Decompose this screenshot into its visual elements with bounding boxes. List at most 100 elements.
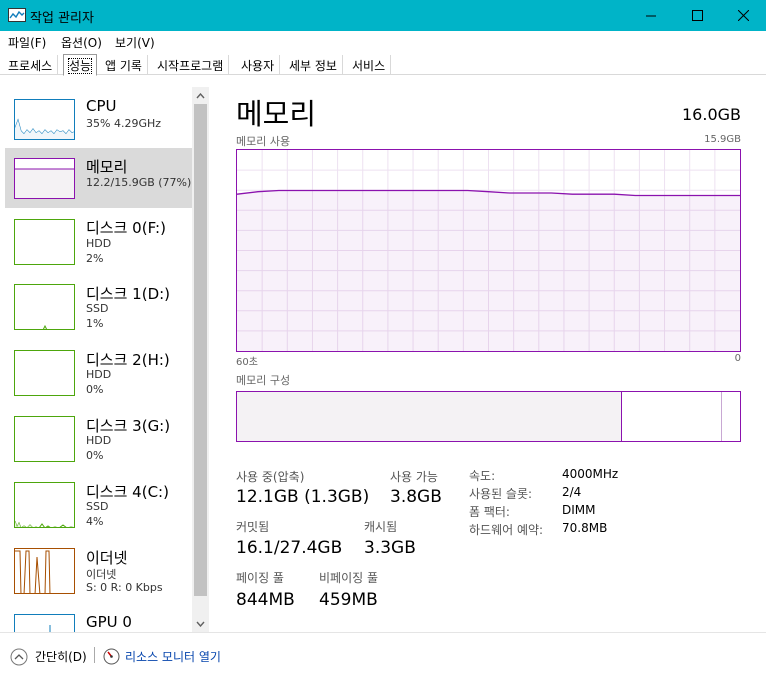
memory-usage-chart — [236, 149, 741, 352]
menu-options[interactable]: 옵션(O) — [61, 34, 102, 51]
sidebar-item-type: HDD — [86, 434, 112, 447]
menu-view[interactable]: 보기(V) — [115, 34, 155, 51]
sidebar-item-name: 디스크 1(D:) — [86, 285, 171, 303]
slots-value: 2/4 — [562, 485, 582, 499]
available-label: 사용 가능 — [390, 470, 438, 484]
resource-monitor-icon[interactable] — [103, 648, 120, 665]
sidebar-item-disk-3[interactable]: 디스크 3(G:) HDD 0% — [5, 407, 192, 467]
hardware-reserved-label: 하드웨어 예약: — [469, 523, 544, 537]
chevron-down-icon — [196, 621, 205, 627]
sidebar-item-name: 디스크 0(F:) — [86, 219, 166, 237]
menu-file[interactable]: 파일(F) — [8, 34, 46, 51]
sidebar-item-disk-4[interactable]: 디스크 4(C:) SSD 4% — [5, 473, 192, 533]
disk-1-thumbnail — [14, 284, 75, 330]
resource-list: CPU 35% 4.29GHz 메모리 12.2/15.9GB (77%) 디스… — [0, 87, 210, 632]
close-icon — [737, 10, 749, 21]
sidebar-item-memory[interactable]: 메모리 12.2/15.9GB (77%) — [5, 148, 192, 208]
sidebar-scrollbar[interactable] — [192, 87, 209, 632]
tab-processes[interactable]: 프로세스 — [3, 55, 59, 75]
window-title: 작업 관리자 — [30, 11, 94, 26]
memory-thumbnail — [14, 158, 75, 199]
sidebar-item-type: SSD — [86, 302, 109, 315]
committed-label: 커밋됨 — [236, 520, 270, 534]
hardware-reserved-value: 70.8MB — [562, 521, 608, 535]
minimize-icon — [646, 15, 656, 16]
slots-label: 사용된 슬롯: — [469, 487, 533, 501]
sidebar-item-throughput: S: 0 R: 0 Kbps — [86, 581, 163, 594]
maximize-button[interactable] — [674, 0, 720, 31]
footer-divider — [94, 647, 95, 663]
memory-composition-bar — [236, 391, 741, 442]
sidebar-item-detail: 35% 4.29GHz — [86, 117, 162, 130]
sidebar-item-usage: 0% — [86, 449, 104, 462]
time-axis-end: 0 — [734, 353, 741, 364]
committed-value: 16.1/27.4GB — [236, 538, 343, 558]
footer-bar: 간단히(D) 리소스 모니터 열기 — [0, 632, 766, 681]
disk-3-thumbnail — [14, 416, 75, 462]
nonpaged-pool-label: 비페이징 풀 — [319, 571, 379, 585]
usage-chart-max: 15.9GB — [704, 134, 741, 145]
disk-0-thumbnail — [14, 219, 75, 265]
page-title: 메모리 — [236, 97, 317, 131]
sidebar-item-disk-1[interactable]: 디스크 1(D:) SSD 1% — [5, 275, 192, 335]
total-memory: 16.0GB — [682, 105, 741, 124]
chevron-up-icon — [196, 92, 205, 98]
usage-chart-label: 메모리 사용 — [236, 135, 291, 148]
sidebar-item-type: HDD — [86, 368, 112, 381]
maximize-icon — [691, 10, 703, 21]
close-button[interactable] — [720, 0, 766, 31]
nonpaged-pool-value: 459MB — [319, 590, 378, 610]
sidebar-item-usage: 1% — [86, 317, 104, 330]
chevron-up-circle-icon[interactable] — [10, 648, 28, 666]
composition-in-use[interactable] — [237, 392, 622, 441]
paged-pool-value: 844MB — [236, 590, 295, 610]
usage-area — [237, 190, 740, 351]
tab-services[interactable]: 서비스 — [347, 55, 392, 75]
sidebar-item-name: 디스크 2(H:) — [86, 351, 170, 369]
sidebar-item-name: 디스크 3(G:) — [86, 417, 171, 435]
disk-2-thumbnail — [14, 350, 75, 396]
form-factor-value: DIMM — [562, 503, 596, 517]
sidebar-item-name: 이더넷 — [86, 549, 128, 567]
sidebar-item-disk-2[interactable]: 디스크 2(H:) HDD 0% — [5, 341, 192, 401]
composition-label: 메모리 구성 — [236, 374, 291, 387]
sidebar-item-cpu[interactable]: CPU 35% 4.29GHz — [5, 89, 192, 149]
tab-startup[interactable]: 시작프로그램 — [152, 55, 230, 75]
paged-pool-label: 페이징 풀 — [236, 571, 284, 585]
sidebar-item-usage: 0% — [86, 383, 104, 396]
gpu-0-thumbnail — [14, 614, 75, 632]
sidebar-item-name: CPU — [86, 97, 117, 115]
sidebar-item-type: SSD — [86, 500, 109, 513]
sidebar-item-name: 디스크 4(C:) — [86, 483, 169, 501]
speed-value: 4000MHz — [562, 467, 619, 481]
minimize-button[interactable] — [628, 0, 674, 31]
scroll-thumb[interactable] — [194, 104, 207, 596]
tab-performance[interactable]: 성능 — [63, 54, 98, 76]
tab-users[interactable]: 사용자 — [236, 55, 281, 75]
tab-details[interactable]: 세부 정보 — [284, 55, 343, 75]
sidebar-item-usage: 2% — [86, 252, 104, 265]
fewer-details-button[interactable]: 간단히(D) — [35, 648, 87, 665]
disk-4-thumbnail — [14, 482, 75, 528]
tab-app-history[interactable]: 앱 기록 — [100, 55, 148, 75]
cached-value: 3.3GB — [364, 538, 416, 558]
sidebar-item-name: 메모리 — [86, 158, 128, 176]
composition-standby[interactable] — [623, 392, 722, 441]
title-bar: 작업 관리자 — [0, 0, 766, 31]
sidebar-item-type: HDD — [86, 237, 112, 250]
sidebar-item-disk-0[interactable]: 디스크 0(F:) HDD 2% — [5, 209, 192, 269]
speed-label: 속도: — [469, 469, 496, 483]
sidebar-item-ethernet[interactable]: 이더넷 이더넷 S: 0 R: 0 Kbps — [5, 539, 192, 599]
tab-bar: 프로세스 성능 앱 기록 시작프로그램 사용자 세부 정보 서비스 — [0, 53, 766, 76]
cached-label: 캐시됨 — [364, 520, 398, 534]
open-resource-monitor-link[interactable]: 리소스 모니터 열기 — [125, 648, 221, 665]
sidebar-item-detail: 12.2/15.9GB (77%) — [86, 176, 192, 189]
scroll-down-button[interactable] — [192, 615, 209, 632]
sidebar-item-type: 이더넷 — [86, 568, 117, 581]
sidebar-item-gpu-0[interactable]: GPU 0 — [5, 605, 192, 632]
scroll-up-button[interactable] — [192, 87, 209, 104]
menu-bar: 파일(F) 옵션(O) 보기(V) — [0, 31, 766, 53]
in-use-label: 사용 중(압축) — [236, 470, 305, 484]
sidebar-item-usage: 4% — [86, 515, 104, 528]
available-value: 3.8GB — [390, 487, 442, 507]
